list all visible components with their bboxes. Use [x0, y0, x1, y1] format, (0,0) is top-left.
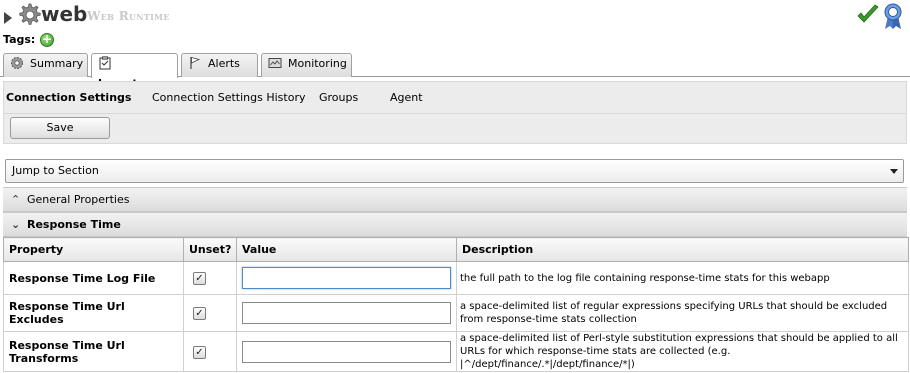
gear-icon — [11, 57, 23, 69]
column-header-property[interactable]: Property — [3, 237, 184, 262]
subtab-connection-settings[interactable]: Connection Settings — [6, 91, 131, 104]
unset-checkbox[interactable]: ✓ — [193, 272, 206, 285]
tab-alerts[interactable]: Alerts — [181, 53, 258, 77]
toolbar: Save — [3, 114, 907, 144]
property-description: the full path to the log file containing… — [456, 261, 909, 295]
tab-summary-label: Summary — [30, 57, 84, 70]
tab-bar: Summary Inventory Alerts Monitoring — [0, 52, 910, 90]
section-response-time-title: Response Time — [27, 218, 121, 231]
value-input[interactable] — [242, 340, 451, 363]
section-general-properties-title: General Properties — [27, 193, 130, 206]
add-tag-icon[interactable]: + — [40, 33, 54, 47]
property-description: a space-delimited list of regular expres… — [456, 294, 909, 332]
jump-to-section-select[interactable]: Jump to Section — [5, 159, 904, 183]
resource-header: web Web Runtime — [0, 0, 910, 32]
tags-label: Tags: — [3, 33, 36, 46]
resource-type: Web Runtime — [87, 9, 170, 23]
table-header-row: Property Unset? Value Description — [3, 237, 909, 262]
property-description: a space-delimited list of Perl-style sub… — [456, 331, 909, 372]
property-name: Response Time Url Excludes — [3, 294, 184, 332]
expand-triangle-icon[interactable] — [4, 12, 12, 24]
subtab-groups[interactable]: Groups — [319, 91, 358, 104]
clipboard-icon — [99, 56, 111, 70]
unset-checkbox[interactable]: ✓ — [193, 345, 206, 359]
column-header-value[interactable]: Value — [236, 237, 457, 262]
section-general-properties[interactable]: ⌃ General Properties — [3, 187, 907, 212]
jump-to-section-label: Jump to Section — [12, 164, 99, 177]
property-name: Response Time Log File — [3, 261, 184, 295]
value-input[interactable] — [242, 267, 451, 289]
unset-cell: ✓ — [183, 331, 237, 372]
unset-checkbox[interactable]: ✓ — [193, 307, 206, 320]
value-input[interactable] — [242, 302, 451, 324]
value-cell — [236, 331, 457, 372]
properties-table: Property Unset? Value Description Respon… — [3, 237, 909, 372]
monitor-icon — [268, 58, 282, 68]
subtab-connection-settings-history[interactable]: Connection Settings History — [152, 91, 305, 104]
property-name: Response Time Url Transforms — [3, 331, 184, 372]
tab-monitoring-label: Monitoring — [288, 57, 347, 70]
resource-name: web — [41, 2, 88, 26]
column-header-description[interactable]: Description — [456, 237, 909, 262]
save-button[interactable]: Save — [10, 117, 110, 139]
table-row: Response Time Url Transforms ✓ a space-d… — [3, 331, 909, 372]
unset-cell: ✓ — [183, 294, 237, 332]
chevron-up-icon: ⌃ — [11, 193, 21, 206]
value-cell — [236, 261, 457, 295]
chevron-down-icon — [890, 169, 898, 174]
subtab-bar: Connection Settings Connection Settings … — [3, 81, 907, 114]
tab-summary[interactable]: Summary — [3, 53, 88, 77]
table-row: Response Time Url Excludes ✓ a space-del… — [3, 294, 909, 332]
checkmark-icon — [857, 4, 879, 23]
value-cell — [236, 294, 457, 332]
chevron-down-icon: ⌄ — [11, 218, 21, 231]
unset-cell: ✓ — [183, 261, 237, 295]
tab-inventory[interactable]: Inventory — [91, 53, 178, 90]
column-header-unset[interactable]: Unset? — [183, 237, 237, 262]
ribbon-badge-icon — [884, 3, 902, 29]
section-response-time[interactable]: ⌄ Response Time — [3, 212, 907, 237]
tab-monitoring[interactable]: Monitoring — [261, 53, 352, 77]
flag-icon — [190, 56, 201, 69]
tab-alerts-label: Alerts — [208, 57, 240, 70]
subtab-agent[interactable]: Agent — [390, 91, 423, 104]
table-row: Response Time Log File ✓ the full path t… — [3, 261, 909, 295]
gear-icon — [19, 3, 41, 25]
